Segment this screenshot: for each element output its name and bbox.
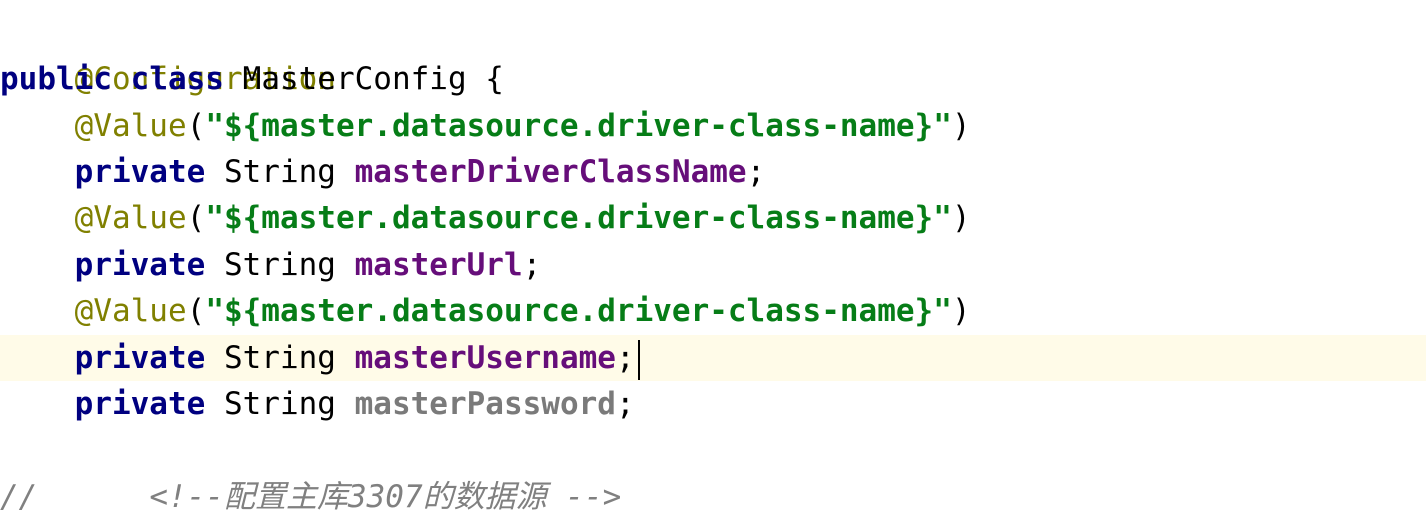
- paren-open: (: [186, 200, 206, 236]
- code-line-1: @Configuration: [0, 10, 1426, 97]
- code-line-8-current[interactable]: private String masterUsername;: [0, 335, 1426, 381]
- comment-slashes: //: [0, 479, 38, 515]
- keyword-private: private: [74, 154, 206, 190]
- field-name: masterDriverClassName: [354, 154, 747, 190]
- annotation-value: @Value: [74, 200, 187, 236]
- string-literal: "${master.datasource.driver-class-name}": [205, 108, 952, 144]
- paren-close: ): [951, 200, 971, 236]
- keyword-private: private: [74, 340, 206, 376]
- open-brace: {: [485, 61, 504, 97]
- text-caret: [637, 339, 640, 380]
- semicolon: ;: [522, 247, 542, 283]
- code-line-3: @Value("${master.datasource.driver-class…: [0, 103, 1426, 149]
- code-line-5: @Value("${master.datasource.driver-class…: [0, 195, 1426, 241]
- keyword-private: private: [74, 247, 206, 283]
- type-string: String: [223, 247, 336, 283]
- paren-open: (: [186, 108, 206, 144]
- code-line-comment: // <!--配置主库3307的数据源 -->: [0, 474, 1426, 518]
- keyword-class: class: [130, 61, 224, 97]
- annotation-value: @Value: [74, 108, 187, 144]
- type-string: String: [223, 386, 336, 422]
- paren-close: ): [951, 108, 971, 144]
- code-line-4: private String masterDriverClassName;: [0, 149, 1426, 195]
- semicolon: ;: [615, 340, 635, 376]
- annotation-value: @Value: [74, 293, 187, 329]
- type-string: String: [223, 340, 336, 376]
- code-line-6: private String masterUrl;: [0, 242, 1426, 288]
- string-literal: "${master.datasource.driver-class-name}": [205, 200, 952, 236]
- semicolon: ;: [615, 386, 635, 422]
- semicolon: ;: [746, 154, 766, 190]
- keyword-public: public: [0, 61, 112, 97]
- field-name: masterUsername: [354, 340, 616, 376]
- code-line-9: private String masterPassword;: [0, 381, 1426, 427]
- paren-open: (: [186, 293, 206, 329]
- class-name: MasterConfig: [242, 61, 467, 97]
- keyword-private: private: [74, 386, 206, 422]
- string-literal: "${master.datasource.driver-class-name}": [205, 293, 952, 329]
- field-name-unused: masterPassword: [354, 386, 616, 422]
- comment-text: <!--配置主库3307的数据源 -->: [149, 479, 622, 515]
- type-string: String: [223, 154, 336, 190]
- field-name: masterUrl: [354, 247, 523, 283]
- code-line-7: @Value("${master.datasource.driver-class…: [0, 288, 1426, 334]
- code-editor[interactable]: @Configuration public class MasterConfig…: [0, 0, 1426, 518]
- paren-close: ): [951, 293, 971, 329]
- code-line-2: public class MasterConfig {: [0, 56, 1426, 102]
